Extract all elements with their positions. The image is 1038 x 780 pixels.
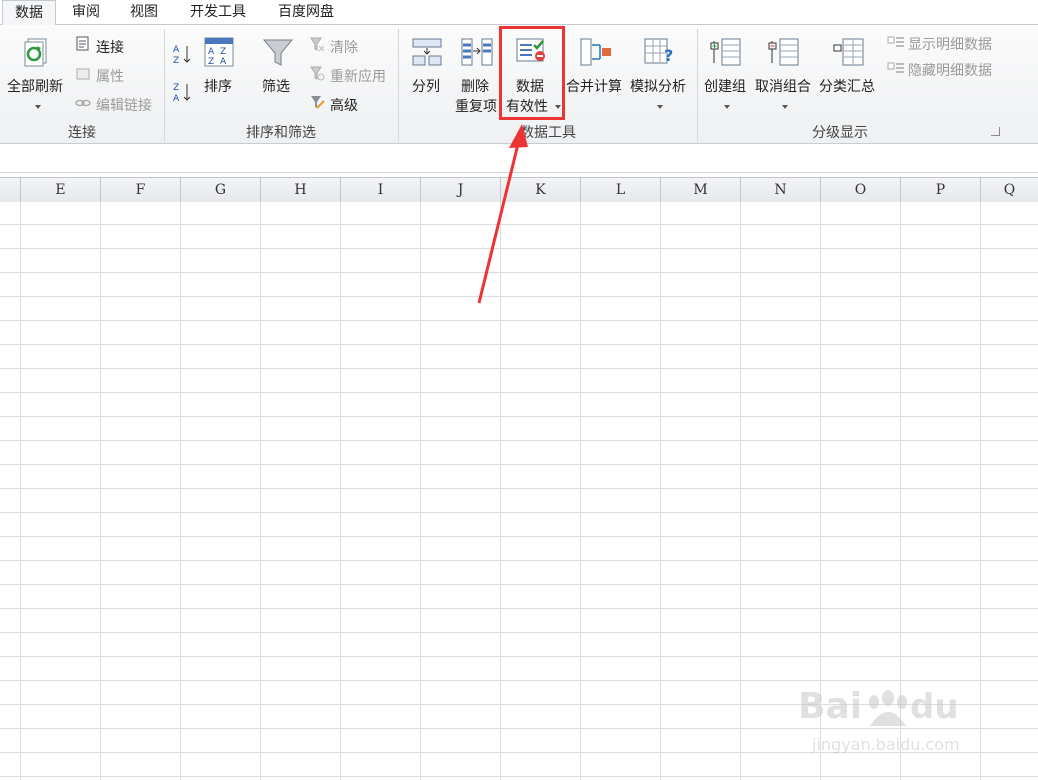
baidu-jingyan-watermark: Bai du jingyan.baidu.com xyxy=(790,668,1030,758)
annotation-arrow-icon xyxy=(477,124,528,304)
svg-text:du: du xyxy=(910,687,959,727)
svg-text:Bai: Bai xyxy=(798,686,862,727)
baidu-paw-logo-icon: Bai du jingyan.baidu.com xyxy=(798,686,960,754)
watermark-url: jingyan.baidu.com xyxy=(811,735,960,754)
